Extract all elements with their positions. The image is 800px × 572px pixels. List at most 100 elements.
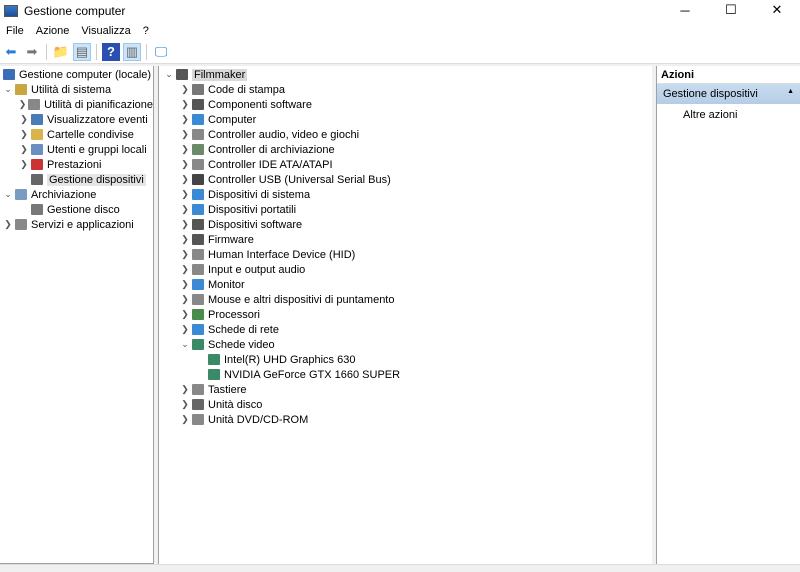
tree-item[interactable]: Gestione disco	[0, 202, 153, 217]
expand-arrow-icon[interactable]: ❯	[179, 189, 191, 200]
device-label: Computer	[208, 113, 257, 126]
expand-arrow-icon[interactable]: ❯	[179, 129, 191, 140]
device-tree-root[interactable]: ⌄ Filmmaker	[159, 67, 652, 82]
expand-arrow-icon[interactable]: ❯	[179, 144, 191, 155]
expand-arrow-icon[interactable]: ⌄	[2, 84, 14, 95]
tree-node-icon	[31, 114, 43, 125]
device-icon	[192, 264, 204, 275]
tree-item[interactable]: ❯ Utilità di pianificazione	[0, 97, 153, 112]
device-category[interactable]: ❯ Dispositivi portatili	[159, 202, 652, 217]
expand-arrow-icon[interactable]: ❯	[179, 174, 191, 185]
device-category[interactable]: ⌄ Schede video	[159, 337, 652, 352]
device-category[interactable]: ❯ Human Interface Device (HID)	[159, 247, 652, 262]
expand-arrow-icon[interactable]: ❯	[179, 159, 191, 170]
menu-azione[interactable]: Azione	[30, 25, 76, 37]
maximize-button[interactable]: ☐	[708, 0, 754, 20]
device-icon	[192, 144, 204, 155]
expand-arrow-icon[interactable]: ❯	[179, 309, 191, 320]
tree-item[interactable]: Gestione computer (locale)	[0, 67, 153, 82]
expand-arrow-icon[interactable]: ❯	[179, 414, 191, 425]
minimize-button[interactable]: ─	[662, 0, 708, 20]
expand-arrow-icon[interactable]: ❯	[179, 384, 191, 395]
expand-arrow-icon[interactable]: ❯	[179, 114, 191, 125]
root-label: Filmmaker	[192, 68, 248, 81]
device-label: Dispositivi di sistema	[208, 188, 311, 201]
actions-section-device-manager[interactable]: Gestione dispositivi ▲	[657, 84, 800, 104]
up-folder-icon[interactable]: 📁	[52, 43, 70, 61]
device-label: Monitor	[208, 278, 245, 291]
expand-arrow-icon[interactable]: ❯	[179, 84, 191, 95]
device-category[interactable]: ❯ Tastiere	[159, 382, 652, 397]
collapse-arrow-icon[interactable]: ▲	[787, 88, 794, 100]
device-category[interactable]: ❯ Componenti software	[159, 97, 652, 112]
device-category[interactable]: ❯ Unità disco	[159, 397, 652, 412]
tree-item[interactable]: ❯ Cartelle condivise	[0, 127, 153, 142]
expand-arrow-icon[interactable]: ❯	[179, 234, 191, 245]
expand-arrow-icon[interactable]: ❯	[179, 219, 191, 230]
expand-arrow-icon[interactable]: ❯	[179, 279, 191, 290]
device-category[interactable]: ❯ Dispositivi di sistema	[159, 187, 652, 202]
tree-item[interactable]: ⌄ Archiviazione	[0, 187, 153, 202]
device-category[interactable]: ❯ Schede di rete	[159, 322, 652, 337]
expand-arrow-icon[interactable]: ❯	[179, 264, 191, 275]
device-category[interactable]: ❯ Input e output audio	[159, 262, 652, 277]
device-icon	[192, 219, 204, 230]
device-category[interactable]: ❯ Unità DVD/CD-ROM	[159, 412, 652, 427]
device-category[interactable]: ❯ Controller di archiviazione	[159, 142, 652, 157]
device-category[interactable]: Intel(R) UHD Graphics 630	[159, 352, 652, 367]
show-hide-tree-icon[interactable]: ▤	[73, 42, 91, 61]
close-button[interactable]: ✕	[754, 0, 800, 20]
device-category[interactable]: NVIDIA GeForce GTX 1660 SUPER	[159, 367, 652, 382]
tree-item[interactable]: ❯ Utenti e gruppi locali	[0, 142, 153, 157]
expand-arrow-icon[interactable]: ⌄	[179, 339, 191, 350]
menu-file[interactable]: File	[0, 25, 30, 37]
tree-item[interactable]: ❯ Visualizzatore eventi	[0, 112, 153, 127]
expand-arrow-icon[interactable]: ❯	[18, 129, 30, 140]
show-action-pane-icon[interactable]: ▥	[123, 42, 141, 61]
device-label: Processori	[208, 308, 260, 321]
expand-arrow-icon[interactable]: ⌄	[2, 189, 14, 200]
expand-arrow-icon[interactable]: ❯	[179, 324, 191, 335]
device-label: Tastiere	[208, 383, 247, 396]
tree-node-icon	[31, 174, 43, 185]
device-icon	[192, 84, 204, 95]
device-icon	[192, 324, 204, 335]
device-category[interactable]: ❯ Controller IDE ATA/ATAPI	[159, 157, 652, 172]
expand-arrow-icon[interactable]: ❯	[179, 249, 191, 260]
tree-item[interactable]: ❯ Servizi e applicazioni	[0, 217, 153, 232]
expand-arrow-icon[interactable]: ⌄	[163, 69, 175, 80]
expand-arrow-icon[interactable]: ❯	[2, 219, 14, 230]
expand-arrow-icon[interactable]: ❯	[18, 159, 30, 170]
expand-arrow-icon[interactable]: ❯	[18, 114, 30, 125]
menu-help[interactable]: ?	[137, 25, 155, 37]
device-category[interactable]: ❯ Code di stampa	[159, 82, 652, 97]
device-category[interactable]: ❯ Monitor	[159, 277, 652, 292]
menu-visualizza[interactable]: Visualizza	[75, 25, 136, 37]
monitor-icon[interactable]: 🖵	[152, 43, 170, 61]
more-actions-link[interactable]: Altre azioni	[657, 104, 800, 121]
expand-arrow-icon[interactable]: ❯	[179, 99, 191, 110]
device-icon	[192, 99, 204, 110]
device-category[interactable]: ❯ Processori	[159, 307, 652, 322]
tree-item[interactable]: ⌄ Utilità di sistema	[0, 82, 153, 97]
expand-arrow-icon[interactable]: ❯	[179, 204, 191, 215]
device-icon	[192, 174, 204, 185]
expand-arrow-icon[interactable]: ❯	[18, 144, 30, 155]
device-category[interactable]: ❯ Computer	[159, 112, 652, 127]
tree-item-label: Prestazioni	[47, 158, 102, 171]
expand-arrow-icon[interactable]: ❯	[179, 399, 191, 410]
device-category[interactable]: ❯ Controller audio, video e giochi	[159, 127, 652, 142]
expand-arrow-icon[interactable]: ❯	[18, 99, 27, 110]
expand-arrow-icon[interactable]: ❯	[179, 294, 191, 305]
back-icon[interactable]: ⬅	[2, 43, 20, 61]
device-label: Intel(R) UHD Graphics 630	[224, 353, 356, 366]
device-category[interactable]: ❯ Firmware	[159, 232, 652, 247]
tree-item[interactable]: ❯ Prestazioni	[0, 157, 153, 172]
tree-item[interactable]: Gestione dispositivi	[0, 172, 153, 187]
forward-icon[interactable]: ➡	[23, 43, 41, 61]
device-category[interactable]: ❯ Controller USB (Universal Serial Bus)	[159, 172, 652, 187]
device-category[interactable]: ❯ Dispositivi software	[159, 217, 652, 232]
actions-section-label: Gestione dispositivi	[663, 88, 758, 100]
device-category[interactable]: ❯ Mouse e altri dispositivi di puntamento	[159, 292, 652, 307]
help-icon[interactable]: ?	[102, 42, 120, 61]
